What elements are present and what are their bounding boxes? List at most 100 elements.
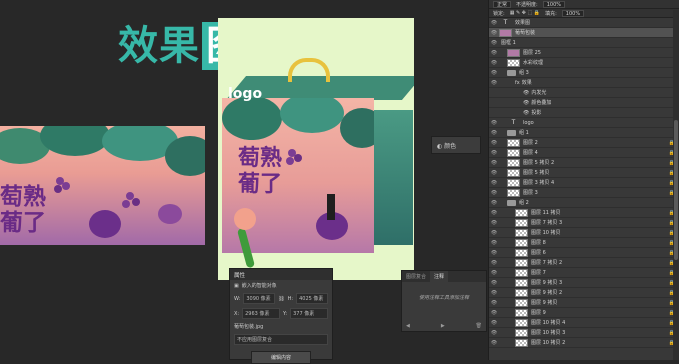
layer-row[interactable]: 👁 图层 4 🔒 — [489, 148, 679, 158]
layer-row[interactable]: 👁 Tlogo — [489, 118, 679, 128]
layer-row[interactable]: 👁 图层 9 拷贝 2 🔒 — [489, 288, 679, 298]
visibility-eye-icon[interactable]: 👁 — [489, 80, 499, 86]
layer-comp-select[interactable]: 不应用图层复合 — [234, 334, 328, 345]
layer-row[interactable]: 👁 图层 25 — [489, 48, 679, 58]
visibility-eye-icon[interactable]: 👁 — [489, 230, 499, 236]
delete-note-icon[interactable]: 🗑 — [476, 323, 482, 329]
visibility-eye-icon[interactable]: 👁 — [489, 60, 499, 66]
visibility-eye-icon[interactable]: 👁 — [489, 150, 499, 156]
layer-row[interactable]: 👁 图层 5 拷贝 2 🔒 — [489, 158, 679, 168]
y-field[interactable]: 377 像素 — [290, 308, 329, 319]
visibility-eye-icon[interactable]: 👁 — [489, 130, 499, 136]
visibility-eye-icon[interactable]: 👁 — [489, 290, 499, 296]
fill-label: 填充: — [545, 10, 557, 17]
lock-icons[interactable]: ▦ ✎ ✥ ⬚ 🔒 — [510, 10, 540, 16]
visibility-eye-icon[interactable]: 👁 — [489, 300, 499, 306]
width-field[interactable]: 3090 像素 — [243, 293, 276, 304]
layer-row[interactable]: 👁 图层 10 拷贝 🔒 — [489, 228, 679, 238]
prev-note-icon[interactable]: ◀ — [406, 323, 410, 329]
layer-row[interactable]: 👁 图层 9 拷贝 3 🔒 — [489, 278, 679, 288]
layer-row[interactable]: 👁 图层 2 🔒 — [489, 138, 679, 148]
layer-row[interactable]: 👁 图框 1 — [489, 38, 679, 48]
visibility-eye-icon[interactable]: 👁 — [489, 170, 499, 176]
layer-thumbnail — [515, 228, 528, 237]
height-field[interactable]: 4025 像素 — [296, 293, 328, 304]
layer-name: 水彩纹理 — [523, 60, 544, 66]
visibility-eye-icon[interactable]: 👁 — [489, 320, 499, 326]
visibility-eye-icon[interactable]: 👁 — [489, 20, 499, 26]
visibility-eye-icon[interactable]: 👁 — [489, 280, 499, 286]
visibility-eye-icon[interactable]: 👁 — [489, 240, 499, 246]
link-icon[interactable]: ⛓ — [278, 296, 284, 302]
layer-thumbnail — [515, 248, 528, 257]
layer-thumbnail — [507, 58, 520, 67]
tab-layer-comps[interactable]: 图层复合 — [402, 271, 430, 282]
layer-name: 图层 6 — [531, 250, 546, 256]
visibility-eye-icon[interactable]: 👁 — [489, 70, 499, 76]
layer-thumbnail — [515, 338, 528, 347]
visibility-eye-icon[interactable]: 👁 — [489, 180, 499, 186]
layers-scroll-thumb[interactable] — [674, 120, 678, 260]
layer-row[interactable]: 👁 图层 6 🔒 — [489, 248, 679, 258]
next-note-icon[interactable]: ▶ — [441, 323, 445, 329]
x-field[interactable]: 2963 像素 — [242, 308, 281, 319]
tab-notes[interactable]: 注释 — [430, 271, 449, 282]
visibility-eye-icon[interactable]: 👁 — [489, 260, 499, 266]
layer-row[interactable]: 👁 图层 10 拷贝 4 🔒 — [489, 318, 679, 328]
visibility-eye-icon[interactable]: 👁 — [489, 210, 499, 216]
color-panel[interactable]: ◐ 颜色 — [431, 136, 481, 154]
visibility-eye-icon[interactable]: 👁 — [489, 120, 499, 126]
fill-field[interactable]: 100% — [561, 9, 585, 17]
layers-scrollbar[interactable] — [673, 10, 679, 360]
notes-footer: ◀ ▶ 🗑 — [406, 323, 482, 329]
visibility-eye-icon[interactable]: 👁 — [489, 140, 499, 146]
layer-row[interactable]: 👁 图层 7 拷贝 2 🔒 — [489, 258, 679, 268]
visibility-eye-icon[interactable]: 👁 — [489, 270, 499, 276]
layer-row[interactable]: 👁 图层 11 拷贝 🔒 — [489, 208, 679, 218]
layer-thumbnail — [499, 28, 512, 37]
properties-tab[interactable]: 属性 — [230, 269, 332, 280]
layer-row[interactable]: 👁 组 1 — [489, 128, 679, 138]
visibility-eye-icon[interactable]: 👁 — [489, 30, 499, 36]
visibility-eye-icon[interactable]: 👁 — [489, 50, 499, 56]
layer-row[interactable]: 👁 投影 — [489, 108, 679, 118]
layer-row[interactable]: 👁 组 2 — [489, 198, 679, 208]
blend-mode-select[interactable]: 正常 — [493, 0, 512, 8]
visibility-eye-icon[interactable]: 👁 — [489, 160, 499, 166]
poster-text: 萄熟 葡了 — [238, 146, 282, 198]
layer-row[interactable]: 👁 图层 3 拷贝 4 🔒 — [489, 178, 679, 188]
layer-row[interactable]: 👁 组 3 — [489, 68, 679, 78]
layer-row[interactable]: 👁 图层 3 🔒 — [489, 188, 679, 198]
notes-panel: 图层复合 注释 使用注释工具添加注释 ◀ ▶ 🗑 — [401, 270, 487, 332]
visibility-eye-icon[interactable]: 👁 — [489, 330, 499, 336]
layer-row[interactable]: 👁 图层 7 🔒 — [489, 268, 679, 278]
visibility-eye-icon[interactable]: 👁 — [489, 220, 499, 226]
visibility-eye-icon[interactable]: 👁 — [489, 190, 499, 196]
layer-name: 图层 3 拷贝 4 — [523, 180, 555, 186]
layer-row[interactable]: 👁 图层 5 拷贝 🔒 — [489, 168, 679, 178]
object-type-row: ▣ 嵌入的智能对象 — [230, 280, 332, 291]
layer-row[interactable]: 👁 图层 8 🔒 — [489, 238, 679, 248]
layer-thumbnail — [515, 278, 528, 287]
layer-thumbnail — [507, 138, 520, 147]
layer-row[interactable]: 👁 图层 7 拷贝 3 🔒 — [489, 218, 679, 228]
layer-row[interactable]: 👁 图层 9 🔒 — [489, 308, 679, 318]
layer-row[interactable]: 👁 T 效果图 — [489, 18, 679, 28]
layer-name: 图层 11 拷贝 — [531, 210, 561, 216]
layer-row[interactable]: 👁 颜色叠加 — [489, 98, 679, 108]
visibility-eye-icon[interactable]: 👁 — [489, 310, 499, 316]
layer-row[interactable]: 👁 图层 9 拷贝 🔒 — [489, 298, 679, 308]
edit-contents-button[interactable]: 编辑内容 — [251, 351, 311, 364]
folder-icon — [507, 69, 516, 76]
layer-row[interactable]: 👁 水彩纹理 — [489, 58, 679, 68]
layer-row[interactable]: 👁 fx 效果 — [489, 78, 679, 88]
layer-row[interactable]: 👁 内发光 — [489, 88, 679, 98]
layer-row[interactable]: 👁 图层 10 拷贝 2 🔒 — [489, 338, 679, 348]
opacity-field[interactable]: 100% — [542, 0, 565, 8]
visibility-eye-icon[interactable]: 👁 — [489, 340, 499, 346]
layer-row[interactable]: 👁 葡萄包装 — [489, 28, 679, 38]
visibility-eye-icon[interactable]: 👁 — [489, 250, 499, 256]
visibility-eye-icon[interactable]: 👁 — [489, 40, 499, 46]
layer-row[interactable]: 👁 图层 10 拷贝 3 🔒 — [489, 328, 679, 338]
visibility-eye-icon[interactable]: 👁 — [489, 200, 499, 206]
